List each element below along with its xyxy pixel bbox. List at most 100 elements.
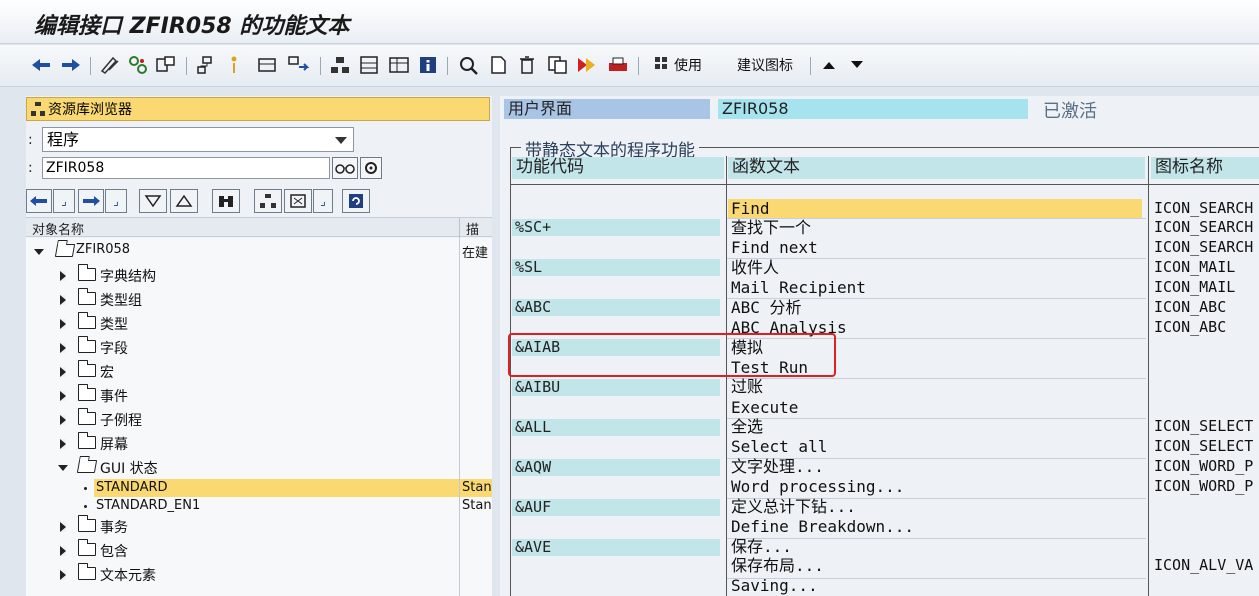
icon-name-cell[interactable]: ICON_MAIL (1154, 278, 1259, 297)
icon-name-cell[interactable]: ICON_SEARCH (1154, 238, 1259, 257)
tree-node-dictionary-structures[interactable]: 字典结构 (26, 264, 492, 285)
function-code-cell[interactable]: &AUF (512, 499, 720, 516)
move-down-icon[interactable] (848, 53, 866, 77)
function-code-cell[interactable]: &AVE (512, 539, 720, 556)
icon-name-cell[interactable]: ICON_SELECT (1154, 437, 1259, 456)
function-text-cell[interactable]: 保存... (731, 537, 792, 556)
function-text-cell[interactable]: Execute (731, 398, 798, 417)
chevron-right-icon[interactable] (60, 570, 66, 580)
tree-structure-button[interactable] (254, 189, 282, 213)
function-text-cell[interactable]: 查找下一个 (731, 218, 811, 237)
layout-icon[interactable] (357, 53, 381, 77)
function-text-cell[interactable]: Saving... (731, 576, 818, 595)
tree-node-macros[interactable]: 宏 (26, 360, 492, 381)
tree-node-types[interactable]: 类型 (26, 312, 492, 333)
settings-dropdown[interactable]: ⌟ (313, 189, 333, 213)
nav-back-button[interactable] (26, 189, 52, 213)
settings-frame-button[interactable] (284, 189, 312, 213)
function-text-cell[interactable]: 过账 (731, 377, 763, 396)
tree-node-program[interactable]: ZFIR058 在建 (26, 241, 492, 261)
chevron-right-icon[interactable] (60, 319, 66, 329)
tree-node-subroutines[interactable]: 子例程 (26, 408, 492, 429)
chevron-right-icon[interactable] (60, 343, 66, 353)
tree-node-gui-status[interactable]: GUI 状态 (26, 457, 492, 477)
forward-arrow-icon[interactable] (60, 53, 82, 77)
chevron-right-icon[interactable] (60, 391, 66, 401)
function-code-cell[interactable]: %SL (512, 259, 720, 276)
column-header-object-name[interactable]: 对象名称 (32, 219, 84, 238)
edit-toggle-icon[interactable] (98, 53, 122, 77)
copy-icon[interactable] (546, 53, 570, 77)
object-type-select[interactable]: 程序 (42, 127, 354, 152)
tree-node-standard[interactable]: STANDARD Stan (26, 479, 492, 499)
icon-name-cell[interactable]: ICON_WORD_P (1154, 477, 1259, 496)
icon-name-cell[interactable]: ICON_WORD_P (1154, 457, 1259, 476)
icon-name-cell[interactable]: ICON_MAIL (1154, 258, 1259, 277)
move-up-icon[interactable] (820, 53, 838, 77)
execute-icon[interactable] (575, 53, 601, 77)
nav-back-dropdown[interactable]: ⌟ (53, 189, 75, 213)
information-icon[interactable] (417, 53, 439, 77)
function-text-cell[interactable]: Select all (731, 437, 827, 456)
function-text-cell[interactable]: ABC 分析 (731, 298, 802, 317)
print-icon[interactable] (606, 53, 630, 77)
function-text-cell[interactable]: Word processing... (731, 477, 904, 496)
icon-name-cell[interactable]: ICON_ABC (1154, 298, 1259, 317)
refresh-button[interactable] (360, 157, 382, 179)
use-button[interactable]: 使用 (648, 53, 708, 77)
function-text-cell[interactable]: 保存布局... (731, 556, 824, 575)
function-code-cell[interactable]: &ABC (512, 299, 720, 316)
tree-node-includes[interactable]: 包含 (26, 539, 492, 560)
function-code-cell[interactable]: %SC+ (512, 219, 720, 236)
chevron-right-icon[interactable] (60, 271, 66, 281)
tree-node-transactions[interactable]: 事务 (26, 515, 492, 536)
repository-browser-button[interactable]: 资源库浏览器 (26, 97, 490, 121)
object-name-input[interactable]: ZFIR058 (42, 157, 330, 179)
icon-name-cell[interactable]: ICON_ALV_VA (1154, 556, 1259, 575)
binoculars-button[interactable] (212, 189, 240, 213)
icon-name-cell[interactable]: ICON_SEARCH (1154, 199, 1259, 218)
function-code-cell[interactable]: &AIBU (512, 379, 720, 396)
function-code-cell[interactable]: &ALL (512, 419, 720, 436)
chevron-right-icon[interactable] (60, 439, 66, 449)
info-marker-icon[interactable] (226, 53, 242, 77)
tree-node-fields[interactable]: 字段 (26, 336, 492, 357)
function-text-cell[interactable]: Find (731, 199, 770, 218)
hierarchy-icon[interactable] (195, 53, 219, 77)
glasses-display-button[interactable] (332, 157, 358, 179)
tree-node-standard-en1[interactable]: STANDARD_EN1 Stan (26, 497, 492, 517)
function-text-cell[interactable]: Mail Recipient (731, 278, 866, 297)
column-header-description[interactable]: 描 (466, 219, 479, 238)
suggest-icons-button[interactable]: 建议图标 (730, 53, 800, 77)
nav-forward-dropdown[interactable]: ⌟ (105, 189, 127, 213)
function-code-cell[interactable]: &AQW (512, 459, 720, 476)
sync-button[interactable] (342, 189, 370, 213)
collapse-all-button[interactable] (170, 189, 198, 213)
function-text-cell[interactable]: 收件人 (731, 258, 779, 277)
activate-icon[interactable] (127, 53, 149, 77)
structure-icon[interactable] (328, 53, 352, 77)
icon-name-cell[interactable]: ICON_ABC (1154, 318, 1259, 337)
chevron-right-icon[interactable] (60, 295, 66, 305)
where-used-icon[interactable] (286, 53, 312, 77)
function-text-cell[interactable]: 定义总计下钻... (731, 497, 856, 516)
icon-name-cell[interactable]: ICON_SELECT (1154, 417, 1259, 436)
display-object-icon[interactable] (256, 53, 280, 77)
chevron-right-icon[interactable] (60, 546, 66, 556)
tree-node-text-elements[interactable]: 文本元素 (26, 563, 492, 584)
function-text-cell[interactable]: Define Breakdown... (731, 517, 914, 536)
icon-name-cell[interactable]: ICON_SEARCH (1154, 218, 1259, 237)
delete-icon[interactable] (516, 53, 538, 77)
chevron-right-icon[interactable] (60, 522, 66, 532)
function-text-cell[interactable]: 文字处理... (731, 457, 824, 476)
new-document-icon[interactable] (487, 53, 509, 77)
chevron-down-icon[interactable] (34, 249, 44, 255)
find-icon[interactable] (457, 53, 481, 77)
nav-forward-button[interactable] (78, 189, 104, 213)
chevron-right-icon[interactable] (60, 367, 66, 377)
expand-all-button[interactable] (139, 189, 167, 213)
function-text-cell[interactable]: Find next (731, 238, 818, 257)
object-list-icon[interactable] (154, 53, 178, 77)
table-icon[interactable] (387, 53, 411, 77)
back-arrow-icon[interactable] (30, 53, 52, 77)
